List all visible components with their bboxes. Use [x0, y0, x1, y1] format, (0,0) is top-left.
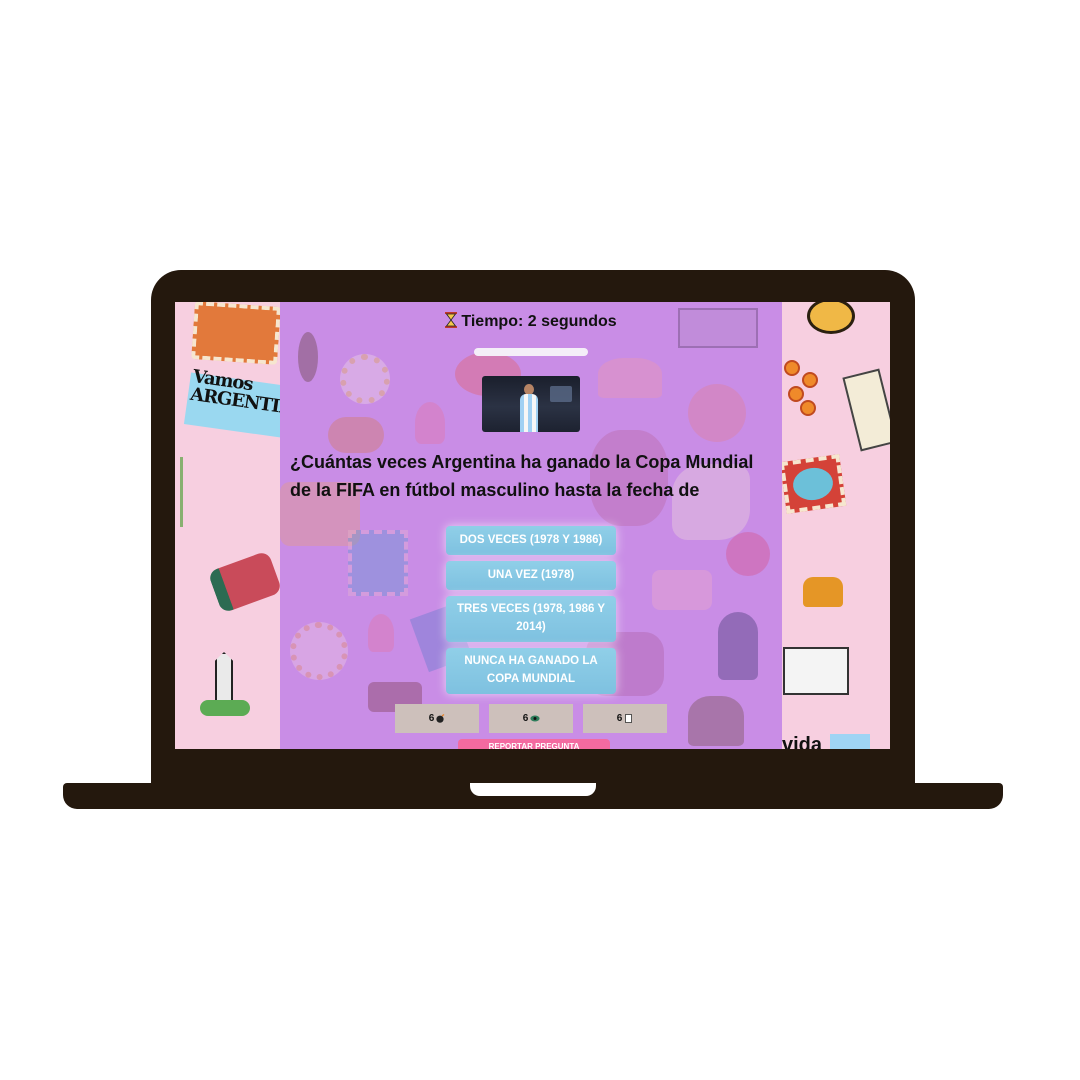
question-text: ¿Cuántas veces Argentina ha ganado la Co…: [290, 452, 754, 500]
bomb-powerup-button[interactable]: 6: [395, 704, 479, 733]
eye-icon: [530, 714, 540, 723]
answer-list: DOS VECES (1978 Y 1986) UNA VEZ (1978) T…: [446, 526, 616, 700]
landscape-stamp-sticker: [779, 454, 847, 514]
answer-button-1[interactable]: DOS VECES (1978 Y 1986): [446, 526, 616, 555]
answer-button-3[interactable]: TRES VECES (1978, 1986 Y 2014): [446, 596, 616, 642]
hourglass-icon: [445, 312, 458, 328]
quiz-panel: Tiempo: 2 segundos ¿Cuántas veces Argent…: [280, 302, 782, 749]
grass-sticker: [200, 700, 250, 716]
answer-button-2[interactable]: UNA VEZ (1978): [446, 561, 616, 590]
flag-sticker: [830, 734, 870, 749]
mushroom-decoration-2: [368, 614, 394, 652]
stamp-decoration: [348, 530, 408, 596]
laptop-notch: [470, 783, 596, 796]
card-powerup-count: 6: [616, 713, 623, 724]
hat-decoration: [598, 358, 662, 398]
powerup-bar: 6 6 6: [395, 704, 667, 734]
bomb-powerup-count: 6: [428, 713, 435, 724]
sun-decoration: [290, 622, 348, 680]
accordion-sticker: [207, 550, 283, 614]
mushroom-decoration: [415, 402, 445, 444]
mountain-stamp-sticker: [191, 302, 281, 365]
card-powerup-button[interactable]: 6: [583, 704, 667, 733]
bomb-icon: [436, 714, 445, 723]
question-image: [482, 376, 580, 432]
card-icon: [624, 714, 633, 723]
flower-decoration: [726, 532, 770, 576]
alfajor-decoration: [652, 570, 712, 610]
player-jersey: [520, 394, 538, 432]
animal-decoration: [688, 696, 744, 746]
timer: Tiempo: 2 segundos: [280, 312, 782, 331]
building-sticker: [783, 647, 849, 695]
left-sticker-panel: Vamos ARGENTINA: [175, 302, 308, 749]
bird-decoration: [298, 332, 318, 382]
report-question-button[interactable]: REPORTAR PREGUNTA: [458, 739, 610, 749]
time-progress-bar: [474, 348, 588, 356]
screen: Vamos ARGENTINA vida Tiempo: 2 segundos …: [175, 302, 890, 749]
flower-sticker: [180, 457, 210, 527]
vida-sticker-text: vida: [782, 734, 823, 749]
timer-label: Tiempo: 2 segundos: [461, 313, 617, 330]
orange-flowers-sticker: [780, 354, 820, 418]
daisy-decoration: [340, 354, 390, 404]
time-progress-fill: [474, 348, 588, 356]
pizza-decoration: [688, 384, 746, 442]
flan-sticker: [803, 577, 843, 607]
eye-powerup-count: 6: [522, 713, 529, 724]
eye-powerup-button[interactable]: 6: [489, 704, 573, 733]
person-decoration: [718, 612, 758, 680]
answer-button-4[interactable]: NUNCA HA GANADO LA COPA MUNDIAL: [446, 648, 616, 694]
stadium-light: [550, 386, 572, 402]
